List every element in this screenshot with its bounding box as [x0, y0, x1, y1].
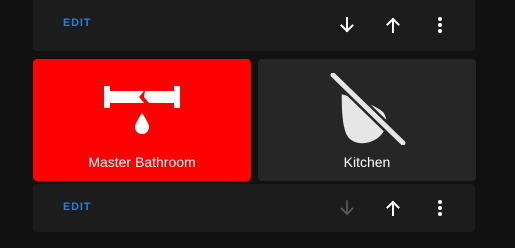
tile-kitchen[interactable]: Kitchen — [258, 59, 476, 181]
card-toolbar-top: EDIT — [33, 0, 475, 51]
arrow-up-icon — [386, 200, 400, 216]
more-vertical-icon — [438, 200, 442, 216]
tile-label: Kitchen — [343, 154, 391, 170]
edit-button[interactable]: EDIT — [63, 17, 91, 29]
tile-label: Master Bathroom — [88, 154, 196, 170]
tile-master-bathroom[interactable]: Master Bathroom — [33, 59, 251, 181]
move-up-button[interactable] — [381, 13, 405, 37]
more-vertical-icon — [438, 17, 442, 33]
dashboard-editor: EDIT Master Bathroom Kitchen EDIT — [0, 0, 515, 248]
arrow-down-icon — [340, 17, 354, 33]
arrow-up-icon — [386, 17, 400, 33]
move-down-button-disabled — [335, 196, 359, 220]
edit-button[interactable]: EDIT — [63, 201, 91, 213]
arrow-down-icon — [340, 200, 354, 216]
more-options-button[interactable] — [428, 196, 452, 220]
more-options-button[interactable] — [428, 13, 452, 37]
card-toolbar-bottom: EDIT — [33, 184, 475, 232]
water-off-icon — [328, 73, 407, 145]
move-up-button[interactable] — [381, 196, 405, 220]
pipe-leak-icon — [104, 86, 180, 134]
move-down-button[interactable] — [335, 13, 359, 37]
